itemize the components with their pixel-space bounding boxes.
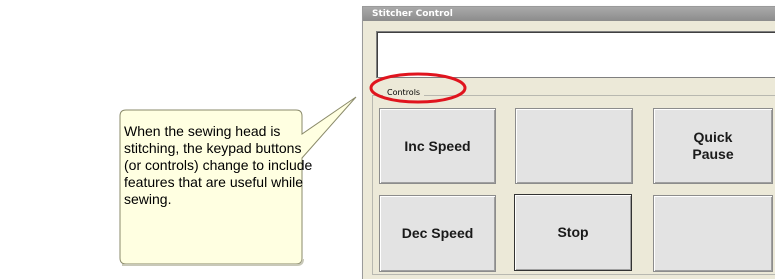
controls-highlight-ring xyxy=(369,72,467,104)
annotation-overlay xyxy=(119,72,467,266)
callout-text: When the sewing head is stitching, the k… xyxy=(124,123,313,207)
